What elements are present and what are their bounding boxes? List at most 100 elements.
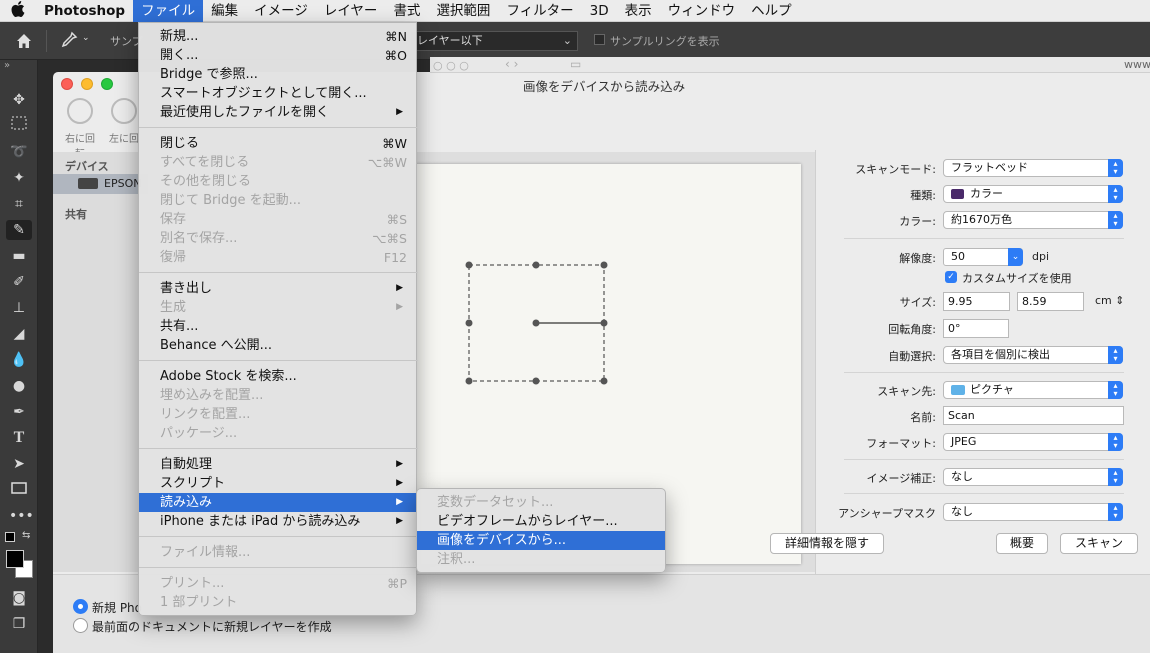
- file-menu-item[interactable]: iPhone または iPad から読み込み ▶: [139, 512, 416, 531]
- foreground-color-swatch[interactable]: [6, 550, 24, 568]
- crop-tool-icon[interactable]: ⌗: [9, 194, 29, 214]
- file-menu-item[interactable]: スクリプト ▶: [139, 474, 416, 493]
- swap-colors-icon[interactable]: ⇆: [22, 530, 30, 541]
- menu-help[interactable]: ヘルプ: [743, 0, 800, 22]
- kind-popup[interactable]: カラー ▴ ▾: [943, 185, 1123, 203]
- magic-wand-tool-icon[interactable]: ✦: [9, 168, 29, 188]
- resolution-combo[interactable]: 50 ⌄: [943, 248, 1023, 266]
- size-width-field[interactable]: 9.95: [943, 292, 1010, 311]
- device-epson[interactable]: EPSON: [53, 174, 148, 194]
- home-icon[interactable]: [14, 31, 34, 51]
- import-submenu-item[interactable]: 画像をデバイスから...: [417, 531, 665, 550]
- menu-filter[interactable]: フィルター: [498, 0, 581, 22]
- custom-size-checkbox[interactable]: ✓: [945, 271, 957, 283]
- screen-mode-icon[interactable]: ❐: [9, 614, 29, 634]
- path-selection-tool-icon[interactable]: ➤: [9, 454, 29, 474]
- collapse-icon[interactable]: »: [4, 60, 10, 71]
- menu-window[interactable]: ウィンドウ: [660, 0, 744, 22]
- blur-tool-icon[interactable]: 💧: [9, 350, 29, 370]
- default-colors-icon[interactable]: [5, 532, 15, 542]
- sample-layers-select[interactable]: レイヤー以下 ⌄: [410, 31, 578, 51]
- type-tool-icon[interactable]: T: [9, 428, 29, 448]
- file-menu-item[interactable]: 新規... ⌘N: [139, 27, 416, 46]
- menu-3d[interactable]: 3D: [582, 0, 617, 22]
- file-menu-item[interactable]: Behance へ公開...: [139, 336, 416, 355]
- rotate-right-button[interactable]: 右に回転: [63, 98, 97, 160]
- menu-select[interactable]: 選択範囲: [428, 0, 498, 22]
- menu-item-label: 注釈...: [437, 552, 476, 567]
- file-menu-item[interactable]: 読み込み ▶: [139, 493, 416, 512]
- menu-item-shortcut: ⌘S: [386, 212, 407, 227]
- scan-settings-panel: スキャンモード: フラットベッド ▴ ▾ 種類: カラー ▴ ▾ カラー: 約1670万…: [815, 150, 1150, 574]
- window-title: 画像をデバイスから読み込み: [523, 79, 686, 94]
- menu-type[interactable]: 書式: [385, 0, 428, 22]
- file-menu-item[interactable]: Bridge で参照...: [139, 65, 416, 84]
- brush-tool-icon[interactable]: ✐: [9, 272, 29, 292]
- menu-item-shortcut: ⌘O: [384, 48, 407, 63]
- size-height-field[interactable]: 8.59: [1017, 292, 1084, 311]
- eraser-tool-icon[interactable]: ◢: [9, 324, 29, 344]
- move-tool-icon[interactable]: ✥: [9, 90, 29, 110]
- file-menu-item[interactable]: 共有...: [139, 317, 416, 336]
- new-layer-radio[interactable]: [73, 618, 88, 633]
- menu-image[interactable]: イメージ: [246, 0, 316, 22]
- size-unit-popup[interactable]: cm ⇕: [1095, 294, 1124, 307]
- show-sampling-ring-label: サンプルリングを表示: [610, 35, 720, 48]
- minimize-window-icon[interactable]: [81, 78, 93, 90]
- unsharp-mask-popup[interactable]: なし ▴ ▾: [943, 503, 1123, 521]
- color-popup[interactable]: 約1670万色 ▴ ▾: [943, 211, 1123, 229]
- format-popup[interactable]: JPEG ▴ ▾: [943, 433, 1123, 451]
- file-menu-item[interactable]: 自動処理 ▶: [139, 455, 416, 474]
- file-menu-item[interactable]: 閉じる ⌘W: [139, 134, 416, 153]
- scan-button[interactable]: スキャン: [1060, 533, 1138, 554]
- file-menu-item: 保存 ⌘S: [139, 210, 416, 229]
- file-menu-item[interactable]: スマートオブジェクトとして開く...: [139, 84, 416, 103]
- import-submenu-item[interactable]: ビデオフレームからレイヤー...: [417, 512, 665, 531]
- file-menu-item[interactable]: 開く... ⌘O: [139, 46, 416, 65]
- marquee-tool-icon[interactable]: [9, 116, 29, 136]
- menu-item-label: 書き出し: [160, 281, 213, 296]
- overview-button[interactable]: 概要: [996, 533, 1048, 554]
- menu-layer[interactable]: レイヤー: [316, 0, 386, 22]
- close-window-icon[interactable]: [61, 78, 73, 90]
- image-correction-popup[interactable]: なし ▴ ▾: [943, 468, 1123, 486]
- quick-mask-icon[interactable]: ◙: [9, 588, 29, 608]
- file-menu-item: 別名で保存... ⌥⌘S: [139, 229, 416, 248]
- more-tools-icon[interactable]: •••: [9, 506, 34, 526]
- new-document-label: 新規 Pho: [92, 601, 142, 615]
- submenu-arrow-icon: ▶: [396, 516, 403, 526]
- custom-size-label: カスタムサイズを使用: [962, 272, 1072, 285]
- pen-tool-icon[interactable]: ✒: [9, 402, 29, 422]
- clone-stamp-tool-icon[interactable]: ⊥: [9, 298, 29, 318]
- eyedropper-tool-icon[interactable]: ✎: [6, 220, 32, 240]
- auto-select-popup[interactable]: 各項目を個別に検出 ▴ ▾: [943, 346, 1123, 364]
- show-sampling-ring-checkbox[interactable]: [594, 34, 605, 45]
- scan-mode-label: スキャンモード:: [855, 163, 936, 176]
- submenu-arrow-icon: ▶: [396, 302, 403, 312]
- hide-details-button[interactable]: 詳細情報を隠す: [770, 533, 884, 554]
- healing-brush-tool-icon[interactable]: ▬: [9, 246, 29, 266]
- eyedropper-preset-icon[interactable]: ⌄: [60, 31, 100, 51]
- file-menu-item[interactable]: 書き出し ▶: [139, 279, 416, 298]
- menu-edit[interactable]: 編集: [203, 0, 246, 22]
- rotation-field[interactable]: 0°: [943, 319, 1009, 338]
- menu-file[interactable]: ファイル: [133, 0, 204, 22]
- scan-to-popup[interactable]: ピクチャ ▴ ▾: [943, 381, 1123, 399]
- zoom-window-icon[interactable]: [101, 78, 113, 90]
- file-menu-item[interactable]: 最近使用したファイルを開く ▶: [139, 103, 416, 122]
- new-document-radio[interactable]: [73, 599, 88, 614]
- menu-app-photoshop[interactable]: Photoshop: [36, 0, 133, 22]
- menu-view[interactable]: 表示: [617, 0, 660, 22]
- rectangle-tool-icon[interactable]: [9, 480, 29, 500]
- menu-item-label: パッケージ...: [160, 426, 238, 441]
- import-submenu: 変数データセット... ビデオフレームからレイヤー... 画像をデバイスから... 注…: [416, 488, 666, 573]
- file-menu-item[interactable]: Adobe Stock を検索...: [139, 367, 416, 386]
- rotate-left-button[interactable]: 左に回: [109, 98, 139, 145]
- dodge-tool-icon[interactable]: ●: [9, 376, 29, 396]
- lasso-tool-icon[interactable]: ➰: [9, 142, 29, 162]
- apple-menu-icon[interactable]: [0, 0, 36, 21]
- folder-icon: [951, 385, 965, 395]
- name-field[interactable]: Scan: [943, 406, 1124, 425]
- scan-mode-popup[interactable]: フラットベッド ▴ ▾: [943, 159, 1123, 177]
- menu-item-label: 変数データセット...: [437, 495, 554, 510]
